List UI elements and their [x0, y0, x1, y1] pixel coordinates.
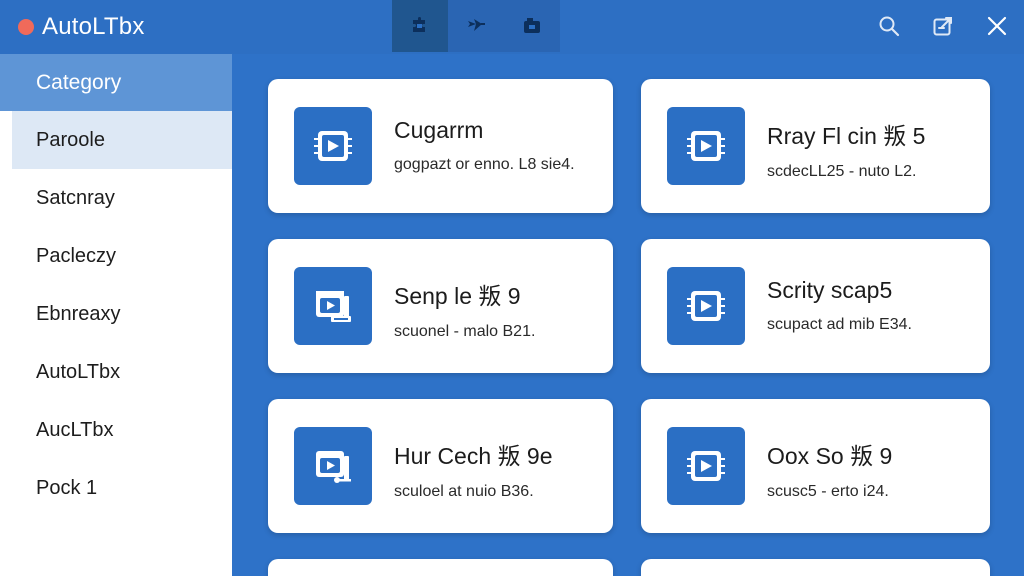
close-icon — [987, 16, 1007, 36]
tool-card[interactable]: Scrity scap5 scupact ad mib E34. — [641, 239, 990, 373]
tool-card-subtitle: scupact ad mib E34. — [767, 316, 912, 333]
search-icon — [879, 16, 900, 37]
sidebar-item-1[interactable]: Paroole — [12, 111, 232, 169]
window-controls — [862, 0, 1024, 52]
video-window-icon — [316, 451, 351, 483]
tool-card-title: Hur Cech 叛 9e — [394, 443, 553, 469]
tool-card-title: Scrity scap5 — [767, 277, 893, 303]
tool-card-icon — [667, 267, 745, 345]
tool-card-subtitle: sculoel at nuio B36. — [394, 483, 534, 500]
tool-card[interactable]: Rray Fl cin 叛 5 scdecLL25 - nuto L2. — [641, 79, 990, 213]
tool-card-subtitle: scdecLL25 - nuto L2. — [767, 163, 917, 180]
package-icon — [524, 18, 540, 33]
tool-card-partial[interactable] — [641, 559, 990, 576]
app-window: AutoLTbx Category Paroole Satcnray Pacle… — [0, 0, 1024, 576]
tool-card-icon — [294, 107, 372, 185]
sidebar-item-7[interactable]: Pock 1 — [0, 459, 232, 517]
sidebar-item-label: Pock 1 — [36, 476, 98, 499]
export-button[interactable] — [916, 0, 970, 52]
sidebar-item-3[interactable]: Pacleczy — [0, 227, 232, 285]
status-dot-icon — [18, 19, 34, 35]
tool-card-subtitle: gogpazt or enno. L8 sie4. — [394, 156, 575, 173]
sidebar-item-label: AutoLTbx — [36, 360, 121, 383]
close-button[interactable] — [970, 0, 1024, 52]
brand: AutoLTbx — [18, 12, 145, 42]
tool-card-icon — [667, 427, 745, 505]
tool-card-title: Rray Fl cin 叛 5 — [767, 123, 926, 149]
sidebar-item-label: AucLTbx — [36, 418, 114, 441]
tool-card[interactable]: Oox So 叛 9 scusc5 - erto i24. — [641, 399, 990, 533]
sidebar: Category Paroole Satcnray Pacleczy Ebnre… — [0, 54, 232, 576]
tool-card[interactable]: Senp le 叛 9 scuonel - malo B21. — [268, 239, 613, 373]
tool-card-title: Oox So 叛 9 — [767, 443, 893, 469]
sidebar-item-label: Ebnreaxy — [36, 302, 121, 325]
plugin-icon — [468, 19, 485, 31]
sidebar-header-label: Category — [36, 70, 122, 94]
sidebar-item-2[interactable]: Satcnray — [0, 169, 232, 227]
tool-card-title: Cugarrm — [394, 117, 484, 143]
sidebar-item-6[interactable]: AucLTbx — [0, 401, 232, 459]
tool-chip-icon — [687, 131, 725, 161]
sidebar-item-label: Pacleczy — [36, 244, 117, 267]
tool-card-subtitle: scuonel - malo B21. — [394, 323, 536, 340]
tool-card[interactable]: Cugarrm gogpazt or enno. L8 sie4. — [268, 79, 613, 213]
tool-card-subtitle: scusc5 - erto i24. — [767, 483, 889, 500]
app-title: AutoLTbx — [42, 13, 145, 40]
sidebar-item-4[interactable]: Ebnreaxy — [0, 285, 232, 343]
search-button[interactable] — [862, 0, 916, 52]
sidebar-item-5[interactable]: AutoLTbx — [0, 343, 232, 401]
main-content: Cugarrm gogpazt or enno. L8 sie4. Rray F… — [232, 54, 1024, 576]
tool-chip-icon — [687, 451, 725, 481]
tool-card-partial[interactable] — [268, 559, 613, 576]
export-icon — [933, 17, 952, 36]
tool-card-icon — [667, 107, 745, 185]
tool-card-icon — [294, 267, 372, 345]
sidebar-header[interactable]: Category — [0, 54, 232, 111]
title-bar: AutoLTbx — [0, 0, 1024, 54]
tool-card[interactable]: Hur Cech 叛 9e sculoel at nuio B36. — [268, 399, 613, 533]
tool-chip-icon — [314, 131, 352, 161]
video-window-icon — [316, 291, 351, 322]
toolbar-puzzle-button[interactable] — [392, 0, 448, 52]
toolbar — [392, 0, 560, 52]
puzzle-icon — [413, 17, 425, 32]
sidebar-item-label: Satcnray — [36, 186, 115, 209]
toolbar-package-button[interactable] — [504, 0, 560, 52]
tool-card-title: Senp le 叛 9 — [394, 283, 521, 309]
sidebar-item-label: Paroole — [36, 128, 105, 151]
tool-card-icon — [294, 427, 372, 505]
tool-chip-icon — [687, 291, 725, 321]
toolbar-plugin-button[interactable] — [448, 0, 504, 52]
